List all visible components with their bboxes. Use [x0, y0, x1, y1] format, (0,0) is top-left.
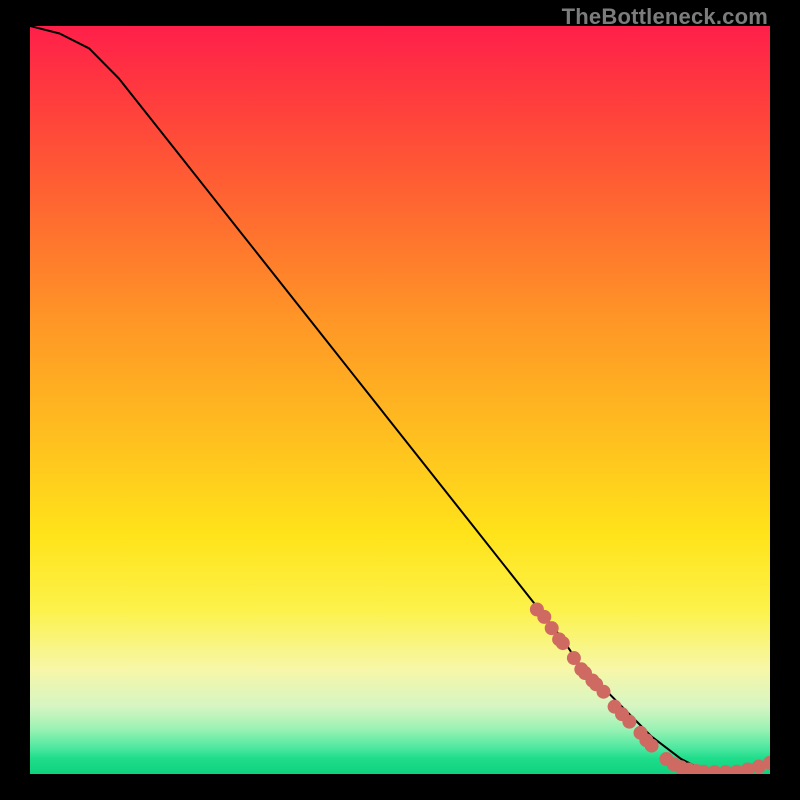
data-marker	[597, 685, 611, 699]
data-marker	[622, 715, 636, 729]
chart-panel	[30, 26, 770, 774]
data-marker	[556, 636, 570, 650]
plot-svg	[30, 26, 770, 774]
data-marker	[645, 739, 659, 753]
chart-stage: TheBottleneck.com	[0, 0, 800, 800]
curve-line	[30, 26, 770, 773]
marker-group	[530, 602, 770, 774]
